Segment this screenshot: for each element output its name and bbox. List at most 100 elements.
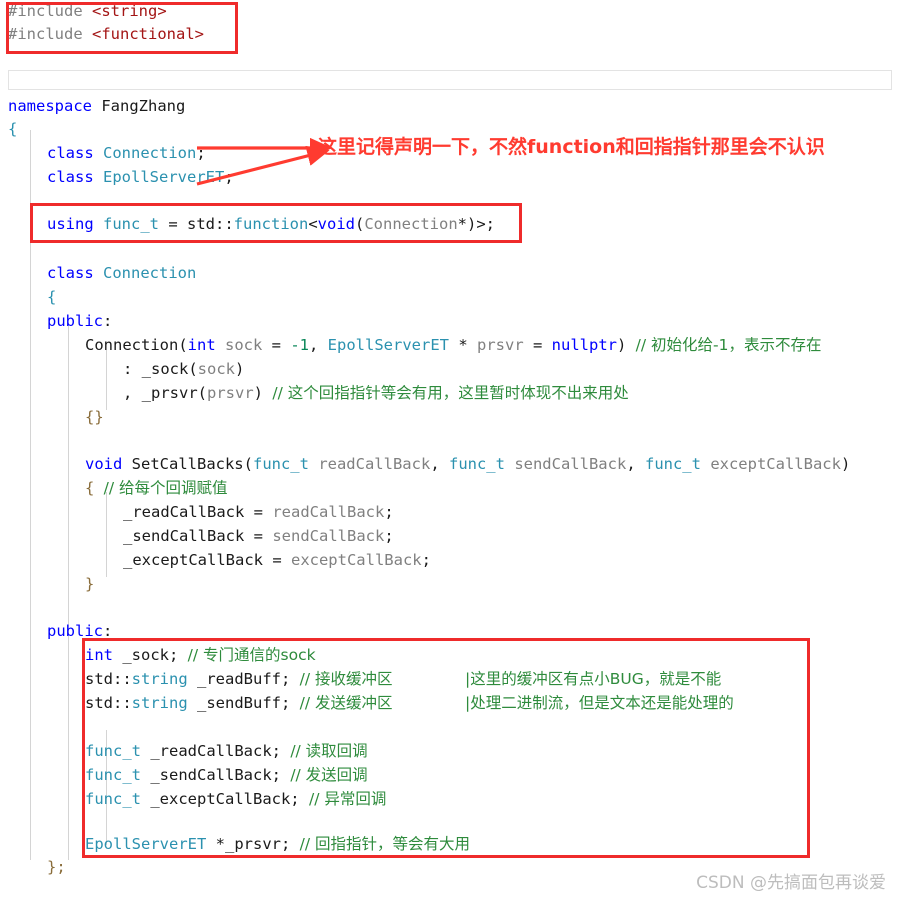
code-line: , _prsvr(prsvr) // 这个回指指针等会有用，这里暂时体现不出来用… [0,382,629,405]
code-token: nullptr [551,336,617,354]
code-line: class Connection [0,262,196,285]
code-token: func_t [644,455,701,473]
code-token: Connection [103,144,197,162]
code-token: <string> [92,2,167,20]
code-token: // 异常回调 [308,790,387,808]
code-line: _exceptCallBack = exceptCallBack; [0,549,431,572]
code-editor-surface: #include <string> #include <functional> na… [0,0,900,901]
code-token: FangZhang [92,97,186,115]
code-line: public: [0,310,112,333]
code-token: = [271,336,291,354]
code-token: ) [234,360,245,378]
code-token: <functional> [92,25,204,43]
code-token: class [47,168,94,186]
code-token: = std:: [168,215,234,233]
code-token: = [533,336,552,354]
code-line: void SetCallBacks( func_t readCallBack, f… [0,453,850,476]
code-token: readCallBack [308,455,431,473]
code-line: int _sock; // 专门通信的sock [0,644,316,667]
code-token: sock [197,360,235,378]
code-token: ; [421,551,431,569]
code-line: class Connection; [0,142,206,165]
code-token: : [103,312,113,330]
code-token: public [47,312,103,330]
code-token: ) [840,455,851,473]
code-line: #include <string> [0,0,167,23]
code-token: , [309,336,328,354]
code-token: func_t [85,766,141,784]
code-token: = [272,551,291,569]
code-token: , [626,455,645,473]
code-token: int [187,336,216,354]
code-token: ( [354,215,365,233]
code-token: ) [253,384,273,402]
code-line: Connection(int sock = -1, EpollServerET … [0,334,822,357]
code-token: string [131,670,188,688]
code-line: _readCallBack = readCallBack; [0,501,394,524]
code-token: -1 [290,336,309,354]
code-token: _exceptCallBack; [141,790,309,808]
code-token: _readCallBack [123,503,254,521]
code-line: {} [0,406,104,429]
code-token: Connection [364,215,458,233]
code-line: func_t _readCallBack; // 读取回调 [0,740,368,763]
code-token: _sendCallBack [123,527,254,545]
code-token: // 给每个回调赋值 [103,479,228,497]
code-token: , [430,455,449,473]
code-token: #include [8,25,92,43]
code-line: : _sock(sock) [0,358,244,381]
code-token: {} [85,408,104,426]
code-token: EpollServerET [327,336,449,354]
code-token: EpollServerET [85,835,207,853]
code-token: prsvr [477,336,533,354]
code-token: readCallBack [272,503,385,521]
code-line: func_t _exceptCallBack; // 异常回调 [0,788,386,811]
code-token: // 回指指针，等会有大用 [299,835,471,853]
code-token: : [103,622,113,640]
code-token: SetCallBacks( [122,455,253,473]
code-token: void [85,455,123,473]
code-line: std::string _sendBuff; // 发送缓冲区 [0,692,393,715]
code-token: { [8,120,18,138]
code-line: }; [0,856,66,879]
code-token: _sock; [113,646,188,664]
code-line: func_t _sendCallBack; // 发送回调 [0,764,368,787]
code-line: namespace FangZhang [0,95,185,118]
code-line: { [0,286,56,309]
code-token: *)>; [457,215,495,233]
code-token: : _sock( [123,360,198,378]
code-line: #include <functional> [0,23,204,46]
code-token: func_t [85,790,141,808]
code-token: public [47,622,103,640]
code-line: using func_t = std::function<void(Connec… [0,213,495,236]
code-token: // 初始化给-1，表示不存在 [635,336,822,354]
code-token: ; [384,503,394,521]
code-line: EpollServerET *_prsvr; // 回指指针，等会有大用 [0,833,470,856]
code-token: func_t [448,455,505,473]
code-token: // 接收缓冲区 [299,670,393,688]
code-token: sendCallBack [504,455,627,473]
code-token: { [85,479,104,497]
code-token: // 发送缓冲区 [299,694,393,712]
code-token: < [308,215,318,233]
code-token: exceptCallBack [290,551,422,569]
code-token: // 这个回指指针等会有用，这里暂时体现不出来用处 [272,384,629,402]
code-token: _sendBuff; [187,694,300,712]
code-token: , _prsvr( [123,384,207,402]
code-token: // 专门通信的sock [187,646,316,664]
watermark: CSDN @先搞面包再谈爱 [696,873,886,893]
code-line: _sendCallBack = sendCallBack; [0,525,394,548]
code-token: namespace [8,97,92,115]
code-token: }; [47,858,66,876]
annotation-arrow-icon [196,137,333,186]
code-token: exceptCallBack [700,455,841,473]
blank-line-separator [8,70,892,90]
code-token: // 读取回调 [290,742,368,760]
code-token: _readBuff; [187,670,300,688]
code-token: Connection( [85,336,188,354]
code-token: _sendCallBack; [141,766,291,784]
code-token: *_prsvr; [206,835,300,853]
code-token: func_t [85,742,141,760]
